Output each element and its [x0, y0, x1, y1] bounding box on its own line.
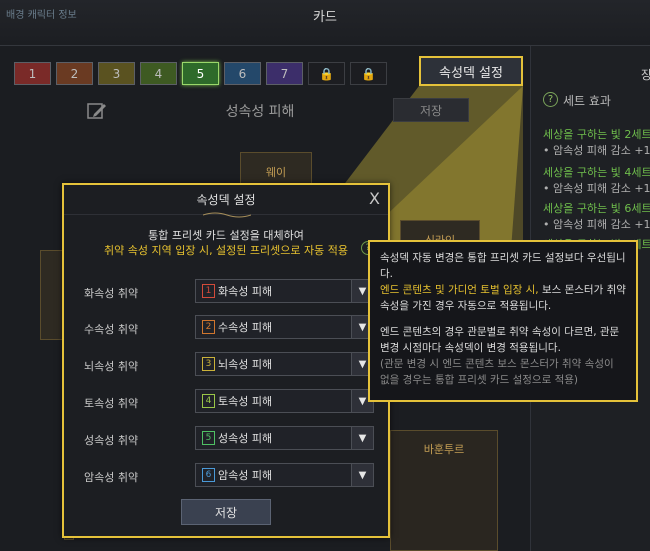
lock-icon: 🔒 [319, 66, 334, 81]
preset-save-button[interactable]: 저장 [393, 98, 469, 122]
preset-select[interactable]: 5 성속성 피해 ▼ [195, 426, 374, 450]
preset-select[interactable]: 1 화속성 피해 ▼ [195, 279, 374, 303]
preset-select[interactable]: 6 암속성 피해 ▼ [195, 463, 374, 487]
preset-tab-locked[interactable]: 🔒 [350, 62, 387, 85]
preset-title: 성속성 피해 [225, 104, 295, 120]
tooltip-highlight: 엔드 콘텐츠 및 가디언 토벌 입장 시, [380, 284, 539, 296]
tab-label: 3 [112, 66, 121, 81]
set-name: 세상을 구하는 빛 4세트 [543, 166, 650, 179]
preset-tab-4[interactable]: 4 [140, 62, 177, 85]
preset-tab-5[interactable]: 5 [182, 62, 219, 85]
row-label: 성속성 취약 [84, 434, 139, 447]
set-effect: • 암속성 피해 감소 +10 [543, 182, 650, 195]
set-effect: • 암속성 피해 감소 +10 [543, 144, 650, 157]
attribute-deck-settings-button[interactable]: 속성덱 설정 [419, 56, 523, 86]
close-icon[interactable]: X [369, 189, 380, 208]
modal-save-button[interactable]: 저장 [181, 499, 271, 525]
help-icon[interactable]: ? [543, 92, 558, 107]
modal-description: 통합 프리셋 카드 설정을 대체하여 [148, 229, 304, 242]
preset-tab-1[interactable]: 1 [14, 62, 51, 85]
tab-label: 6 [238, 66, 247, 81]
tooltip-text: 엔드 콘텐츠 및 가디언 토벌 입장 시, 보스 몬스터가 취약 속성을 가진 … [380, 282, 626, 314]
preset-tab-3[interactable]: 3 [98, 62, 135, 85]
preset-select[interactable]: 3 뇌속성 피해 ▼ [195, 352, 374, 376]
preset-select[interactable]: 4 토속성 피해 ▼ [195, 389, 374, 413]
tab-label: 7 [280, 66, 289, 81]
set-name: 세상을 구하는 빛 2세트 [543, 128, 650, 141]
select-value: 성속성 피해 [218, 432, 273, 445]
tooltip-text: 속성덱 자동 변경은 통합 프리셋 카드 설정보다 우선됩니다. [380, 252, 626, 280]
chevron-down-icon[interactable]: ▼ [351, 427, 373, 449]
select-value: 화속성 피해 [218, 285, 273, 298]
tab-label: 4 [154, 66, 163, 81]
set-effect-title: 세트 효과 [563, 94, 611, 108]
attribute-row: 뇌속성 취약 3 뇌속성 피해 ▼ [64, 352, 388, 380]
preset-tab-6[interactable]: 6 [224, 62, 261, 85]
preset-number-badge: 3 [202, 357, 215, 371]
preset-tab-7[interactable]: 7 [266, 62, 303, 85]
card-name: 웨이 [265, 166, 287, 179]
tooltip-text: 엔드 콘텐츠의 경우 관문별로 취약 속성이 다르면, 관문 변경 시점마다 속… [380, 326, 620, 354]
panel-head: 장 [641, 68, 650, 82]
preset-tab-locked[interactable]: 🔒 [308, 62, 345, 85]
preset-select[interactable]: 2 수속성 피해 ▼ [195, 315, 374, 339]
tab-label: 2 [70, 66, 79, 81]
attribute-row: 성속성 취약 5 성속성 피해 ▼ [64, 426, 388, 454]
row-label: 토속성 취약 [84, 397, 139, 410]
card-name: 바훈투르 [423, 443, 465, 456]
edit-icon[interactable] [86, 100, 108, 122]
attribute-row: 화속성 취약 1 화속성 피해 ▼ [64, 279, 388, 307]
chevron-down-icon[interactable]: ▼ [351, 464, 373, 486]
select-value: 암속성 피해 [218, 469, 273, 482]
preset-tab-2[interactable]: 2 [56, 62, 93, 85]
ornament-icon [203, 212, 251, 218]
preset-number-badge: 5 [202, 431, 215, 445]
row-label: 암속성 취약 [84, 471, 139, 484]
lock-icon: 🔒 [361, 66, 376, 81]
preset-tabs: 1 2 3 4 5 6 7 🔒 🔒 🔒 [14, 62, 429, 85]
attribute-row: 토속성 취약 4 토속성 피해 ▼ [64, 389, 388, 417]
set-effect: • 암속성 피해 감소 +10 [543, 218, 650, 231]
select-value: 수속성 피해 [218, 321, 273, 334]
select-value: 토속성 피해 [218, 395, 273, 408]
attribute-row: 수속성 취약 2 수속성 피해 ▼ [64, 315, 388, 343]
help-tooltip: 속성덱 자동 변경은 통합 프리셋 카드 설정보다 우선됩니다. 엔드 콘텐츠 … [368, 240, 638, 402]
preset-number-badge: 2 [202, 320, 215, 334]
tab-label: 5 [196, 66, 205, 81]
tab-label: 1 [28, 66, 37, 81]
preset-number-badge: 4 [202, 394, 215, 408]
set-name: 세상을 구하는 빛 6세트 [543, 202, 650, 215]
preset-number-badge: 1 [202, 284, 215, 298]
row-label: 뇌속성 취약 [84, 360, 139, 373]
select-value: 뇌속성 피해 [218, 358, 273, 371]
row-label: 수속성 취약 [84, 323, 139, 336]
preset-number-badge: 6 [202, 468, 215, 482]
tooltip-note: (관문 변경 시 엔드 콘텐츠 보스 몬스터가 취약 속성이 없을 경우는 통합… [380, 358, 614, 386]
modal-description-highlight: 취약 속성 지역 입장 시, 설정된 프리셋으로 자동 적용 [104, 244, 348, 257]
attribute-row: 암속성 취약 6 암속성 피해 ▼ [64, 463, 388, 491]
row-label: 화속성 취약 [84, 287, 139, 300]
attribute-deck-modal: 속성덱 설정 X 통합 프리셋 카드 설정을 대체하여 취약 속성 지역 입장 … [62, 183, 390, 538]
card-slot[interactable] [40, 250, 64, 340]
